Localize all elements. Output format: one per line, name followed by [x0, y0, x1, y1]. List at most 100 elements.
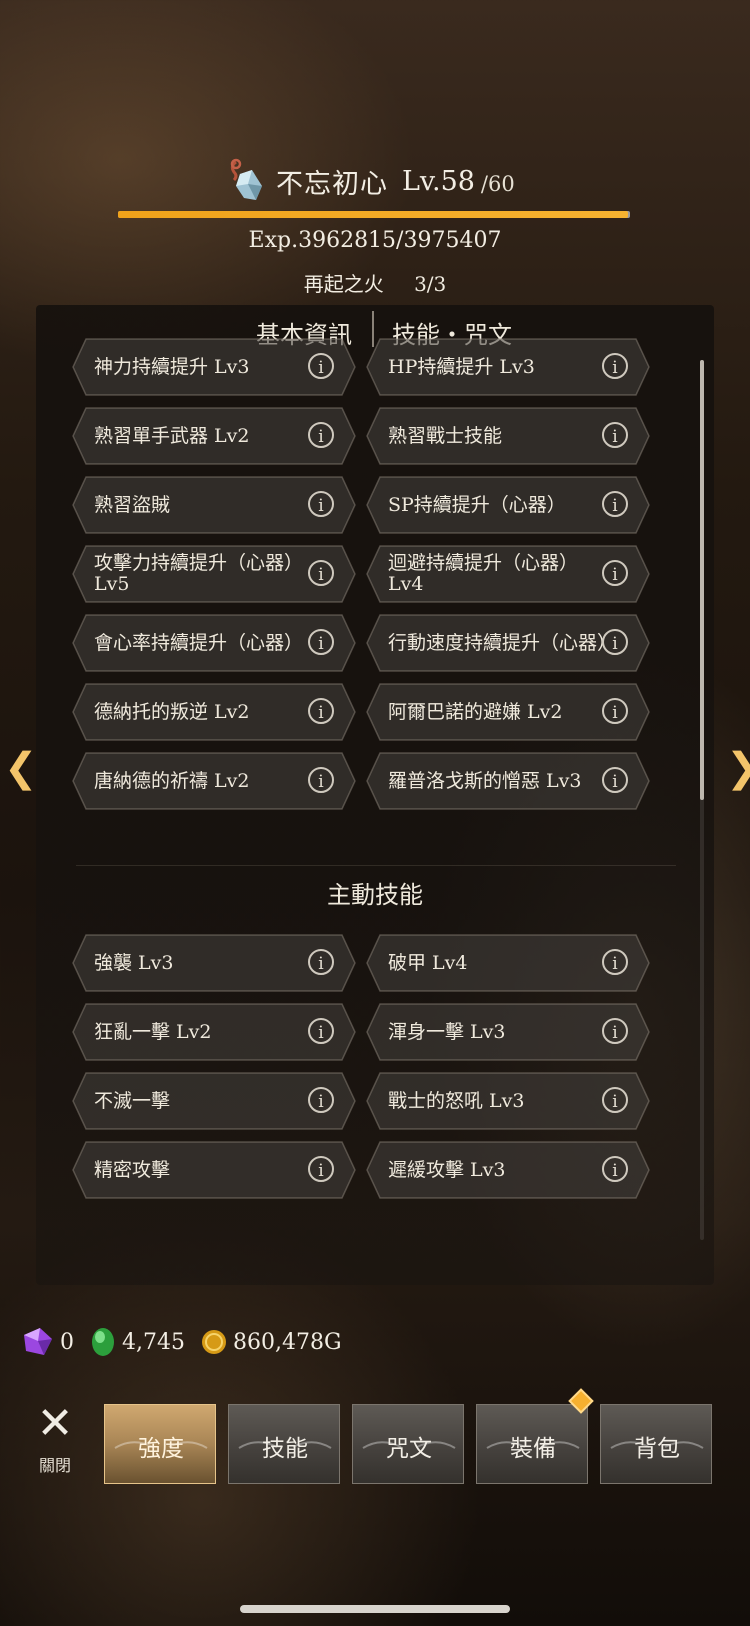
menu-button-label: 技能 — [262, 1436, 308, 1462]
skill-label: SP持續提升（心器） — [388, 493, 566, 516]
skill-item[interactable]: 強襲 Lv3 i — [72, 934, 356, 992]
rebirth-value: 3/3 — [414, 272, 447, 296]
info-icon[interactable]: i — [602, 698, 628, 724]
character-title-row: 不忘初心 Lv. 58 /60 — [222, 158, 515, 204]
skill-label: 行動速度持續提升（心器） — [388, 631, 617, 654]
skill-item[interactable]: 破甲 Lv4 i — [366, 934, 650, 992]
gold-currency: 860,478G — [199, 1327, 342, 1357]
skill-item[interactable]: SP持續提升（心器） i — [366, 476, 650, 534]
exp-progress-fill — [118, 211, 629, 218]
skill-label: 渾身一擊 Lv3 — [388, 1020, 506, 1043]
skill-item[interactable]: 德納托的叛逆 Lv2 i — [72, 683, 356, 741]
menu-button-label: 強度 — [138, 1436, 184, 1462]
menu-button-4[interactable]: 背包 — [600, 1404, 712, 1484]
info-icon[interactable]: i — [602, 353, 628, 379]
skill-item[interactable]: 攻擊力持續提升（心器）Lv5 i — [72, 545, 356, 603]
skill-label: 遲緩攻擊 Lv3 — [388, 1158, 506, 1181]
info-icon[interactable]: i — [308, 629, 334, 655]
skill-label: 迴避持續提升（心器）Lv4 — [388, 552, 579, 595]
skill-label: 羅普洛戈斯的憎惡 Lv3 — [388, 769, 582, 792]
info-icon[interactable]: i — [308, 1156, 334, 1182]
scrollbar-thumb[interactable] — [700, 360, 704, 800]
character-name: 不忘初心 — [276, 168, 388, 200]
info-icon[interactable]: i — [602, 491, 628, 517]
rebirth-row: 再起之火 3/3 — [0, 268, 750, 297]
skill-label: 唐納德的祈禱 Lv2 — [94, 769, 250, 792]
home-indicator[interactable] — [240, 1605, 510, 1613]
skill-item[interactable]: 羅普洛戈斯的憎惡 Lv3 i — [366, 752, 650, 810]
skill-item[interactable]: 迴避持續提升（心器）Lv4 i — [366, 545, 650, 603]
skill-label: 不滅一擊 — [94, 1089, 171, 1112]
info-icon[interactable]: i — [308, 698, 334, 724]
gold-count: 860,478G — [232, 1329, 342, 1355]
info-icon[interactable]: i — [602, 767, 628, 793]
info-icon[interactable]: i — [602, 1156, 628, 1182]
green-gem-count: 4,745 — [122, 1329, 185, 1355]
info-icon[interactable]: i — [602, 560, 628, 586]
skill-label: 強襲 Lv3 — [94, 951, 174, 974]
green-gem-icon — [92, 1328, 114, 1356]
close-icon: ✕ — [36, 1398, 74, 1449]
green-gem-currency: 4,745 — [88, 1325, 185, 1359]
skill-label: 精密攻擊 — [94, 1158, 171, 1181]
info-icon[interactable]: i — [308, 1087, 334, 1113]
info-icon[interactable]: i — [602, 629, 628, 655]
menu-button-1[interactable]: 技能 — [228, 1404, 340, 1484]
skill-item[interactable]: HP持續提升 Lv3 i — [366, 338, 650, 396]
skill-item[interactable]: 渾身一擊 Lv3 i — [366, 1003, 650, 1061]
info-icon[interactable]: i — [602, 1018, 628, 1044]
purple-gem-currency: 0 — [18, 1325, 74, 1359]
level-value: 58 — [440, 165, 475, 197]
skill-item[interactable]: 狂亂一擊 Lv2 i — [72, 1003, 356, 1061]
prev-character-arrow-icon[interactable]: ❮ — [4, 745, 38, 791]
skill-item[interactable]: 神力持續提升 Lv3 i — [72, 338, 356, 396]
info-icon[interactable]: i — [602, 1087, 628, 1113]
skill-item[interactable]: 會心率持續提升（心器） i — [72, 614, 356, 672]
menu-button-label: 裝備 — [510, 1436, 556, 1462]
bottom-menu: ✕ 關閉 強度 技能 咒文 裝備 背包 — [0, 1392, 750, 1502]
info-icon[interactable]: i — [308, 1018, 334, 1044]
currency-bar: 0 4,745 860,478G — [18, 1322, 356, 1362]
skill-item[interactable]: 阿爾巴諾的避嫌 Lv2 i — [366, 683, 650, 741]
skill-label: 破甲 Lv4 — [388, 951, 468, 974]
info-icon[interactable]: i — [308, 491, 334, 517]
skill-label: 熟習戰士技能 — [388, 424, 503, 447]
menu-button-0[interactable]: 強度 — [104, 1404, 216, 1484]
close-button[interactable]: ✕ 關閉 — [30, 1398, 80, 1476]
info-icon[interactable]: i — [602, 422, 628, 448]
purple-gem-icon — [24, 1328, 52, 1355]
info-icon[interactable]: i — [308, 560, 334, 586]
menu-button-2[interactable]: 咒文 — [352, 1404, 464, 1484]
skill-item[interactable]: 遲緩攻擊 Lv3 i — [366, 1141, 650, 1199]
skills-panel: 基本資訊 技能・咒文 神力持續提升 Lv3 i HP持續提升 Lv3 i 熟習單手武器 … — [36, 305, 714, 1285]
skill-item[interactable]: 行動速度持續提升（心器） i — [366, 614, 650, 672]
skill-label: 神力持續提升 Lv3 — [94, 355, 250, 378]
menu-button-label: 咒文 — [386, 1436, 432, 1462]
info-icon[interactable]: i — [308, 767, 334, 793]
section-divider — [76, 865, 676, 866]
info-icon[interactable]: i — [308, 949, 334, 975]
crystal-charm-icon — [222, 158, 268, 204]
gold-coin-icon — [201, 1330, 226, 1354]
active-skills-title: 主動技能 — [327, 881, 423, 909]
skill-item[interactable]: 熟習單手武器 Lv2 i — [72, 407, 356, 465]
skill-item[interactable]: 不滅一擊 i — [72, 1072, 356, 1130]
skill-label: 狂亂一擊 Lv2 — [94, 1020, 212, 1043]
purple-gem-count: 0 — [60, 1329, 74, 1355]
skill-item[interactable]: 熟習戰士技能 i — [366, 407, 650, 465]
info-icon[interactable]: i — [308, 422, 334, 448]
level-max: /60 — [480, 172, 515, 196]
info-icon[interactable]: i — [308, 353, 334, 379]
skill-label: 戰士的怒吼 Lv3 — [388, 1089, 525, 1112]
panel-scrollbar[interactable] — [700, 360, 704, 1240]
menu-button-3[interactable]: 裝備 — [476, 1404, 588, 1484]
exp-text: Exp.3962815/3975407 — [248, 228, 502, 253]
next-character-arrow-icon[interactable]: ❯ — [726, 745, 750, 791]
skill-item[interactable]: 戰士的怒吼 Lv3 i — [366, 1072, 650, 1130]
skill-item[interactable]: 精密攻擊 i — [72, 1141, 356, 1199]
skill-label: 熟習單手武器 Lv2 — [94, 424, 250, 447]
skill-item[interactable]: 唐納德的祈禱 Lv2 i — [72, 752, 356, 810]
rebirth-label: 再起之火 — [303, 272, 384, 296]
info-icon[interactable]: i — [602, 949, 628, 975]
skill-item[interactable]: 熟習盜賊 i — [72, 476, 356, 534]
